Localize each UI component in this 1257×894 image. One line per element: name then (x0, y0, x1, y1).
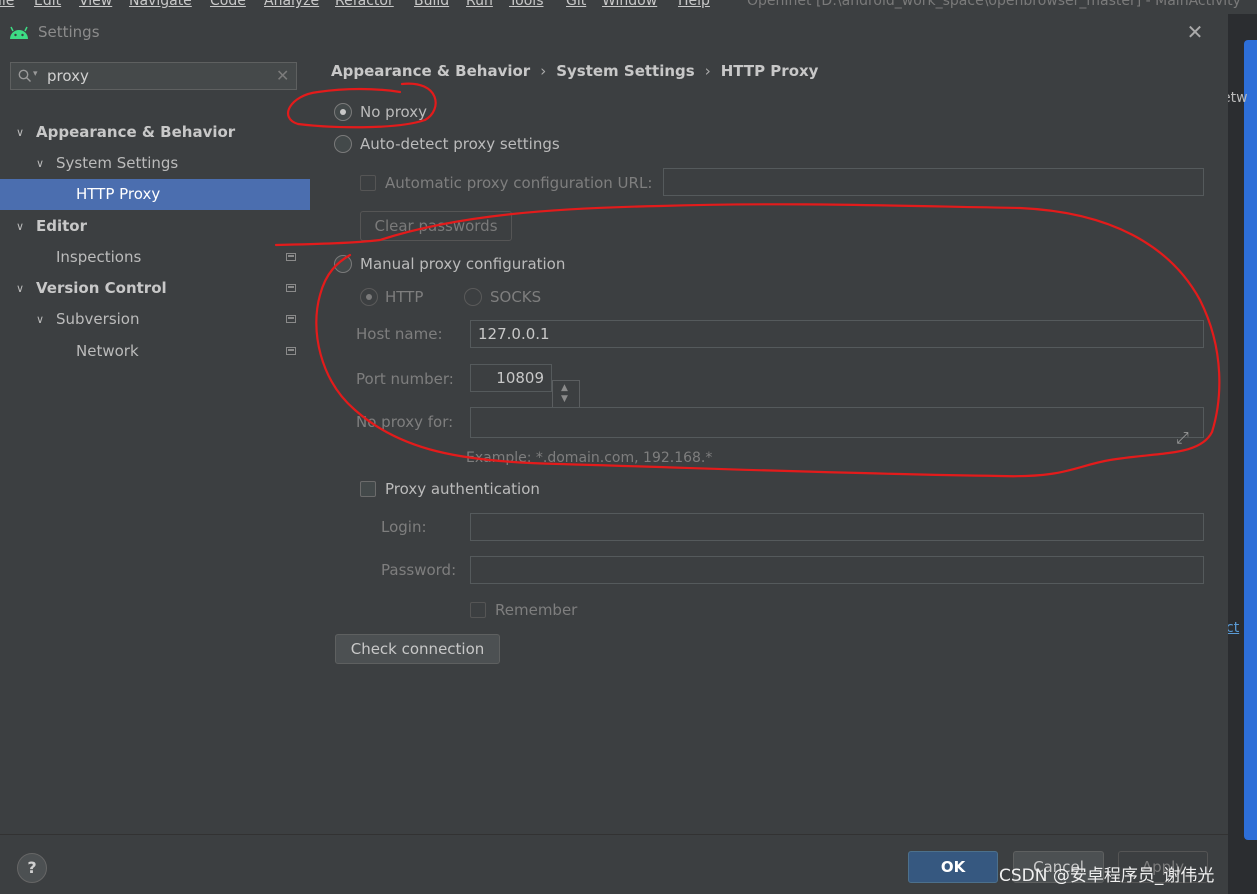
socks-label[interactable]: SOCKS (490, 288, 541, 306)
proxy-auth-checkbox[interactable] (360, 481, 376, 497)
tree-item-label: System Settings (56, 154, 179, 172)
menu-refactor[interactable]: Refactor (335, 0, 394, 9)
manual-proxy-radio[interactable] (334, 255, 352, 273)
breadcrumb-part: Appearance & Behavior (331, 62, 531, 80)
android-icon (10, 26, 28, 39)
settings-search: ▾ ✕ (10, 62, 297, 90)
remember-checkbox[interactable] (470, 602, 486, 618)
tree-network[interactable]: Network (0, 336, 310, 367)
ok-button[interactable]: OK (908, 851, 998, 883)
auto-config-url-checkbox[interactable] (360, 175, 376, 191)
tree-item-label: Inspections (56, 248, 142, 266)
csdn-watermark: CSDN @安卓程序员_谢伟光 (999, 866, 1215, 886)
auto-detect-radio[interactable] (334, 135, 352, 153)
auto-config-url-label: Automatic proxy configuration URL: (385, 174, 653, 192)
tree-item-label: Subversion (56, 310, 140, 328)
http-radio[interactable] (360, 288, 378, 306)
login-input[interactable] (470, 513, 1204, 541)
breadcrumb-part: HTTP Proxy (720, 62, 819, 80)
manual-proxy-label[interactable]: Manual proxy configuration (360, 255, 565, 273)
tree-editor[interactable]: ∨ Editor (0, 211, 310, 242)
search-icon (18, 69, 31, 82)
search-input[interactable] (47, 64, 267, 88)
chevron-down-icon[interactable]: ∨ (16, 211, 30, 242)
menu-view[interactable]: View (79, 0, 112, 9)
no-proxy-for-label: No proxy for: (356, 413, 454, 431)
settings-dialog: Settings ✕ ▾ ✕ ∨ Appearance & Behavior ∨… (0, 14, 1228, 894)
background-panel (1244, 40, 1257, 840)
chevron-down-icon[interactable]: ∨ (36, 304, 50, 335)
tree-item-label: Editor (36, 217, 87, 235)
background-text: etw (1228, 90, 1248, 106)
password-input[interactable] (470, 556, 1204, 584)
host-name-label: Host name: (356, 325, 443, 343)
tree-item-label: Version Control (36, 279, 167, 297)
host-name-input[interactable] (470, 320, 1204, 348)
menu-window[interactable]: Window (602, 0, 657, 9)
menu-edit[interactable]: Edit (34, 0, 61, 9)
login-label: Login: (381, 518, 427, 536)
port-number-input[interactable] (470, 364, 552, 392)
tree-subversion[interactable]: ∨ Subversion (0, 304, 310, 335)
tree-version-control[interactable]: ∨ Version Control (0, 273, 310, 304)
clear-passwords-button[interactable]: Clear passwords (360, 211, 512, 241)
tree-appearance-behavior[interactable]: ∨ Appearance & Behavior (0, 117, 310, 148)
breadcrumb-separator: › (540, 62, 547, 80)
stepper-up-icon[interactable]: ▲ (561, 383, 568, 393)
menu-help[interactable]: Help (678, 0, 710, 9)
no-proxy-radio[interactable] (334, 103, 352, 121)
tree-http-proxy[interactable]: HTTP Proxy (0, 179, 310, 210)
background-editor-edge: etw ct (1228, 14, 1257, 893)
no-proxy-label[interactable]: No proxy (360, 103, 427, 121)
tree-item-label: Network (76, 342, 139, 360)
breadcrumb-part: System Settings (556, 62, 695, 80)
menu-build[interactable]: Build (414, 0, 449, 9)
search-history-chevron-icon[interactable]: ▾ (33, 69, 38, 79)
menu-navigate[interactable]: Navigate (129, 0, 192, 9)
tree-item-label: Appearance & Behavior (36, 123, 236, 141)
menu-file[interactable]: ile (0, 0, 14, 9)
menu-git[interactable]: Git (566, 0, 586, 9)
tree-inspections[interactable]: Inspections (0, 242, 310, 273)
auto-detect-label[interactable]: Auto-detect proxy settings (360, 135, 560, 153)
auto-config-url-input[interactable] (663, 168, 1204, 196)
settings-sidebar: ▾ ✕ ∨ Appearance & Behavior ∨ System Set… (0, 50, 310, 834)
no-proxy-example: Example: *.domain.com, 192.168.* (466, 450, 713, 466)
project-level-icon (286, 284, 296, 292)
socks-radio[interactable] (464, 288, 482, 306)
help-button[interactable]: ? (17, 853, 47, 883)
dialog-title: Settings (38, 23, 100, 41)
breadcrumb-separator: › (704, 62, 711, 80)
password-label: Password: (381, 561, 457, 579)
project-level-icon (286, 253, 296, 261)
tree-item-label: HTTP Proxy (76, 185, 161, 203)
clear-search-icon[interactable]: ✕ (276, 66, 289, 85)
ide-window-title: OpenInet [D:\android_work_space\openbrow… (747, 0, 1241, 9)
check-connection-button[interactable]: Check connection (335, 634, 500, 664)
menu-analyze[interactable]: Analyze (264, 0, 319, 9)
proxy-auth-label[interactable]: Proxy authentication (385, 480, 540, 498)
close-icon[interactable]: ✕ (1185, 22, 1205, 42)
chevron-down-icon[interactable]: ∨ (16, 273, 30, 304)
background-link: ct (1228, 620, 1240, 636)
menu-code[interactable]: Code (210, 0, 246, 9)
stepper-down-icon[interactable]: ▼ (561, 394, 568, 404)
chevron-down-icon[interactable]: ∨ (16, 117, 30, 148)
expand-icon[interactable]: ⤢ (1176, 428, 1189, 448)
http-label[interactable]: HTTP (385, 288, 423, 306)
project-level-icon (286, 315, 296, 323)
dialog-titlebar: Settings ✕ (0, 14, 1228, 50)
port-number-label: Port number: (356, 370, 454, 388)
menu-run[interactable]: Run (466, 0, 493, 9)
project-level-icon (286, 347, 296, 355)
menu-tools[interactable]: Tools (509, 0, 544, 9)
remember-label[interactable]: Remember (495, 601, 577, 619)
port-stepper[interactable]: ▲ ▼ (552, 380, 580, 408)
ide-menubar: ile Edit View Navigate Code Analyze Refa… (0, 0, 1257, 14)
chevron-down-icon[interactable]: ∨ (36, 148, 50, 179)
http-proxy-panel: Appearance & Behavior › System Settings › HT… (310, 50, 1228, 834)
breadcrumb: Appearance & Behavior › System Settings › HT… (331, 62, 818, 80)
tree-system-settings[interactable]: ∨ System Settings (0, 148, 310, 179)
no-proxy-for-input[interactable] (470, 407, 1204, 438)
